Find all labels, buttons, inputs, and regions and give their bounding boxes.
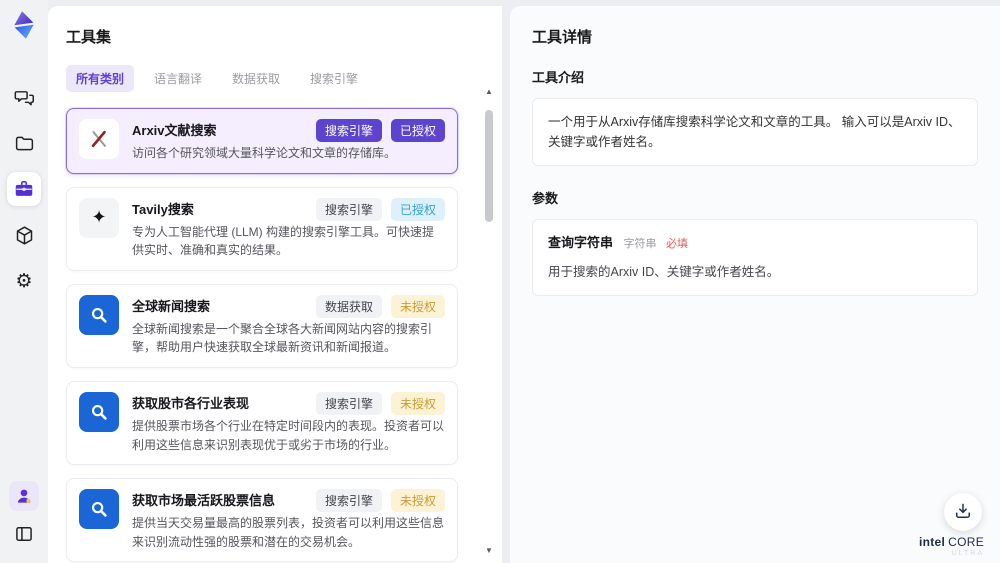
params-heading: 参数 <box>532 191 559 206</box>
tool-card[interactable]: Arxiv文献搜索 访问各个研究领域大量科学论文和文章的存储库。 搜索引擎 已授… <box>66 108 458 174</box>
panel-toggle-button[interactable] <box>7 517 41 551</box>
tool-description: 提供当天交易量最高的股票列表，投资者可以利用这些信息来识别流动性强的股票和潜在的… <box>132 516 445 549</box>
intel-core-logo: intel CORE ULTRA <box>919 535 984 557</box>
chat-icon <box>14 87 35 108</box>
search-app-icon <box>79 391 119 432</box>
tool-card-body: 获取股市各行业表现 提供股票市场各个行业在特定时间段内的表现。投资者可以利用这些… <box>132 391 445 454</box>
param-name: 查询字符串 <box>548 235 614 250</box>
scrollbar-track[interactable] <box>485 98 493 547</box>
tab-language-translation[interactable]: 语言翻译 <box>144 65 212 92</box>
intro-text: 一个用于从Arxiv存储库搜索科学论文和文章的工具。 输入可以是Arxiv ID… <box>548 115 961 149</box>
category-badge: 数据获取 <box>315 294 382 318</box>
folder-icon <box>14 133 35 154</box>
sidebar: ⚙ <box>0 0 48 563</box>
tool-tags: 搜索引擎 未授权 <box>315 391 445 415</box>
param-description: 用于搜索的Arxiv ID、关键字或作者姓名。 <box>548 264 780 279</box>
tool-card[interactable]: 全球新闻搜索 全球新闻搜索是一个聚合全球各大新闻网站内容的搜索引擎，帮助用户快速… <box>66 283 458 368</box>
tool-tags: 搜索引擎 未授权 <box>315 489 445 513</box>
auth-status-badge: 已授权 <box>390 197 445 221</box>
param-type: 字符串 <box>623 238 657 250</box>
tool-tags: 数据获取 未授权 <box>315 294 445 318</box>
page-title: 工具集 <box>66 29 112 46</box>
category-badge: 搜索引擎 <box>315 119 382 142</box>
download-button[interactable] <box>944 493 982 531</box>
list-scrollbar[interactable]: ▲ ▼ <box>483 88 495 557</box>
tool-tags: 搜索引擎 已授权 <box>315 197 445 221</box>
param-header: 查询字符串 字符串 必填 <box>548 233 962 254</box>
category-badge: 搜索引擎 <box>315 489 382 513</box>
tool-card-body: Tavily搜索 专为人工智能代理 (LLM) 构建的搜索引擎工具。可快速提供实… <box>132 197 445 260</box>
auth-status-badge: 已授权 <box>390 119 445 142</box>
tool-card[interactable]: 获取股市各行业表现 提供股票市场各个行业在特定时间段内的表现。投资者可以利用这些… <box>66 380 458 466</box>
arxiv-logo-icon <box>79 119 119 159</box>
sidebar-item-folder[interactable] <box>7 126 41 160</box>
cube-icon <box>14 225 35 246</box>
scroll-down-icon[interactable]: ▼ <box>485 547 493 557</box>
auth-status-badge: 未授权 <box>390 489 445 513</box>
tab-data-fetching[interactable]: 数据获取 <box>222 65 290 92</box>
sidebar-item-tools[interactable] <box>7 172 41 206</box>
tool-card[interactable]: ✦ Tavily搜索 专为人工智能代理 (LLM) 构建的搜索引擎工具。可快速提… <box>66 186 458 271</box>
param-box: 查询字符串 字符串 必填 用于搜索的Arxiv ID、关键字或作者姓名。 <box>532 219 978 296</box>
toolbox-icon <box>13 178 35 200</box>
search-app-icon <box>79 294 119 335</box>
sidebar-item-settings[interactable]: ⚙ <box>7 264 41 298</box>
user-icon <box>14 486 34 506</box>
tool-card[interactable]: 获取市场最活跃股票信息 提供当天交易量最高的股票列表，投资者可以利用这些信息来识… <box>66 478 458 563</box>
brand-sub-text: ULTRA <box>951 550 984 557</box>
category-badge: 搜索引擎 <box>315 391 382 415</box>
tool-description: 专为人工智能代理 (LLM) 构建的搜索引擎工具。可快速提供实时、准确和真实的结… <box>132 224 435 258</box>
tab-all-categories[interactable]: 所有类别 <box>66 65 135 92</box>
scroll-up-icon[interactable]: ▲ <box>485 88 493 98</box>
tool-card-body: Arxiv文献搜索 访问各个研究领域大量科学论文和文章的存储库。 搜索引擎 已授… <box>132 119 445 163</box>
tool-description: 全球新闻搜索是一个聚合全球各大新闻网站内容的搜索引擎，帮助用户快速获取全球最新资… <box>132 321 433 355</box>
category-tabs: 所有类别 语言翻译 数据获取 搜索引擎 <box>66 65 476 92</box>
tool-description: 提供股票市场各个行业在特定时间段内的表现。投资者可以利用这些信息来识别表现优于或… <box>132 418 445 452</box>
sidebar-item-packages[interactable] <box>7 218 41 252</box>
auth-status-badge: 未授权 <box>390 294 445 318</box>
main-area: 工具集 所有类别 语言翻译 数据获取 搜索引擎 Arxiv文献搜索 访问各个研究… <box>48 6 1000 563</box>
intro-heading: 工具介绍 <box>532 70 585 85</box>
auth-status-badge: 未授权 <box>390 391 445 415</box>
sidebar-bottom <box>7 481 41 563</box>
tool-details-pane: 工具详情 工具介绍 一个用于从Arxiv存储库搜索科学论文和文章的工具。 输入可… <box>510 6 1000 563</box>
details-title: 工具详情 <box>532 29 593 46</box>
download-icon <box>953 501 973 524</box>
app-logo-icon <box>9 10 39 40</box>
tool-card-body: 获取市场最活跃股票信息 提供当天交易量最高的股票列表，投资者可以利用这些信息来识… <box>132 489 445 551</box>
tool-description: 访问各个研究领域大量科学论文和文章的存储库。 <box>132 146 397 160</box>
panel-toggle-icon <box>14 524 34 544</box>
intro-box: 一个用于从Arxiv存储库搜索科学论文和文章的工具。 输入可以是Arxiv ID… <box>532 98 978 166</box>
tool-list: Arxiv文献搜索 访问各个研究领域大量科学论文和文章的存储库。 搜索引擎 已授… <box>66 108 476 563</box>
brand-text: intel CORE <box>918 535 984 549</box>
tool-tags: 搜索引擎 已授权 <box>315 119 445 142</box>
sidebar-nav: ⚙ <box>7 80 41 298</box>
gear-icon: ⚙ <box>15 270 33 292</box>
category-badge: 搜索引擎 <box>315 197 382 221</box>
tab-search-engine[interactable]: 搜索引擎 <box>300 65 368 92</box>
sidebar-item-chat[interactable] <box>7 80 41 114</box>
tavily-star-icon: ✦ <box>79 197 119 238</box>
search-app-icon <box>79 489 119 530</box>
user-avatar-button[interactable] <box>9 481 39 511</box>
scrollbar-thumb[interactable] <box>485 110 493 222</box>
tools-list-pane: 工具集 所有类别 语言翻译 数据获取 搜索引擎 Arxiv文献搜索 访问各个研究… <box>48 6 502 563</box>
param-required-badge: 必填 <box>665 238 688 250</box>
tool-card-body: 全球新闻搜索 全球新闻搜索是一个聚合全球各大新闻网站内容的搜索引擎，帮助用户快速… <box>132 294 445 357</box>
